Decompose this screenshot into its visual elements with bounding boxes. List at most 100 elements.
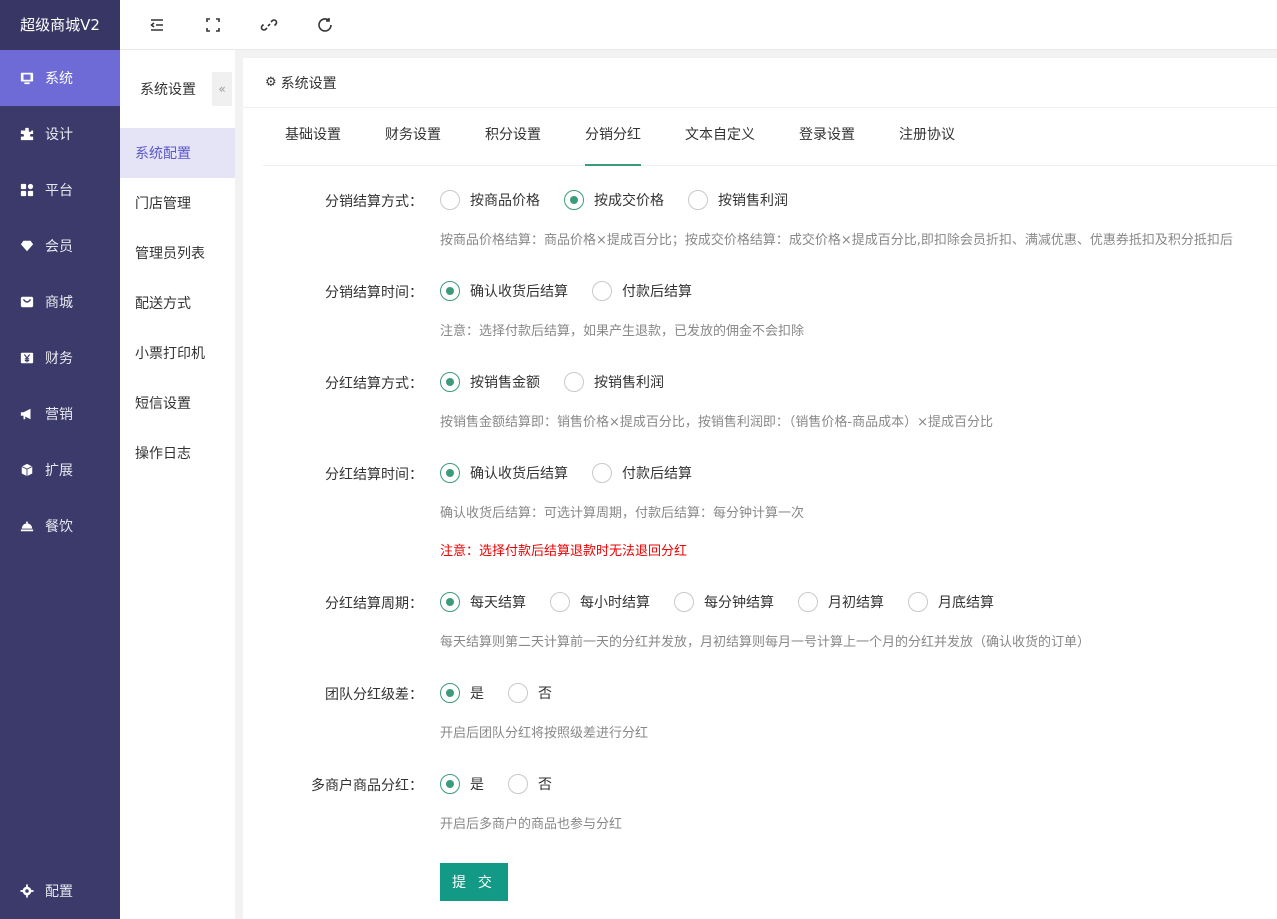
tab-agreement[interactable]: 注册协议 xyxy=(877,121,977,165)
radio-button[interactable] xyxy=(508,774,528,794)
sidebar-item-label: 营销 xyxy=(45,407,73,423)
field-label: 分销结算时间： xyxy=(325,285,423,301)
radio-label: 月初结算 xyxy=(828,595,884,611)
radio-button[interactable] xyxy=(440,683,460,703)
submenu-item-receipt-printer[interactable]: 小票打印机 xyxy=(120,328,235,378)
submenu-item-operation-log[interactable]: 操作日志 xyxy=(120,428,235,478)
radio-option[interactable]: 付款后结算 xyxy=(592,463,692,483)
sidebar-item-mall[interactable]: 商城 xyxy=(0,274,120,330)
diamond-icon xyxy=(19,238,35,254)
radio-label: 按成交价格 xyxy=(594,193,664,209)
submit-button[interactable]: 提 交 xyxy=(440,863,508,901)
sidebar-item-catering[interactable]: 餐饮 xyxy=(0,498,120,554)
submenu-item-delivery[interactable]: 配送方式 xyxy=(120,278,235,328)
radio-group: 确认收货后结算 付款后结算 xyxy=(440,455,716,491)
radio-option[interactable]: 按成交价格 xyxy=(564,190,664,210)
radio-button[interactable] xyxy=(908,592,928,612)
radio-option[interactable]: 确认收货后结算 xyxy=(440,281,568,301)
sidebar-item-marketing[interactable]: 营销 xyxy=(0,386,120,442)
field-label: 多商户商品分红： xyxy=(311,778,423,794)
radio-option[interactable]: 按销售利润 xyxy=(564,372,664,392)
radio-button[interactable] xyxy=(564,372,584,392)
radio-button[interactable] xyxy=(440,774,460,794)
field-hint: 按商品价格结算：商品价格×提成百分比；按成交价格结算：成交价格×提成百分比,即扣… xyxy=(440,233,1233,248)
radio-button[interactable] xyxy=(440,372,460,392)
radio-button[interactable] xyxy=(674,592,694,612)
radio-button[interactable] xyxy=(440,190,460,210)
radio-button[interactable] xyxy=(508,683,528,703)
submenu-item-system-config[interactable]: 系统配置 xyxy=(120,128,235,178)
radio-button[interactable] xyxy=(440,281,460,301)
sidebar-item-extension[interactable]: 扩展 xyxy=(0,442,120,498)
radio-button[interactable] xyxy=(550,592,570,612)
radio-label: 每小时结算 xyxy=(580,595,650,611)
submenu-title: 系统设置 xyxy=(140,82,196,98)
megaphone-icon xyxy=(19,406,35,422)
radio-option[interactable]: 月底结算 xyxy=(908,592,994,612)
gear-icon xyxy=(19,883,35,899)
tab-points[interactable]: 积分设置 xyxy=(463,121,563,165)
cube-icon xyxy=(19,462,35,478)
link-icon[interactable] xyxy=(260,16,278,34)
radio-option[interactable]: 确认收货后结算 xyxy=(440,463,568,483)
sidebar-item-label: 财务 xyxy=(45,351,73,367)
radio-option[interactable]: 按销售金额 xyxy=(440,372,540,392)
tab-login[interactable]: 登录设置 xyxy=(777,121,877,165)
radio-label: 确认收货后结算 xyxy=(470,284,568,300)
radio-option[interactable]: 否 xyxy=(508,683,552,703)
tab-basic[interactable]: 基础设置 xyxy=(263,121,363,165)
sidebar-item-label: 设计 xyxy=(45,127,73,143)
fullscreen-icon[interactable] xyxy=(204,16,222,34)
radio-option[interactable]: 是 xyxy=(440,774,484,794)
radio-option[interactable]: 每分钟结算 xyxy=(674,592,774,612)
panel-title: 系统设置 xyxy=(280,75,337,92)
tab-custom-text[interactable]: 文本自定义 xyxy=(663,121,777,165)
settings-panel: ⚙ 系统设置 基础设置 财务设置 积分设置 分销分红 文本自定义 登录设置 注册… xyxy=(243,58,1277,919)
submenu-item-sms-settings[interactable]: 短信设置 xyxy=(120,378,235,428)
radio-label: 按销售金额 xyxy=(470,375,540,391)
puzzle-icon xyxy=(19,126,35,142)
radio-button[interactable] xyxy=(564,190,584,210)
radio-button[interactable] xyxy=(688,190,708,210)
sidebar-item-config[interactable]: 配置 xyxy=(0,863,120,919)
radio-option[interactable]: 按销售利润 xyxy=(688,190,788,210)
tab-finance[interactable]: 财务设置 xyxy=(363,121,463,165)
submenu-item-admin-list[interactable]: 管理员列表 xyxy=(120,228,235,278)
sidebar-item-design[interactable]: 设计 xyxy=(0,106,120,162)
grid-icon xyxy=(19,182,35,198)
radio-group: 每天结算 每小时结算 每分钟结算 月初结算 月底结算 xyxy=(440,584,1018,620)
radio-button[interactable] xyxy=(592,463,612,483)
radio-option[interactable]: 否 xyxy=(508,774,552,794)
radio-option[interactable]: 月初结算 xyxy=(798,592,884,612)
secondary-menu: 系统设置 « 系统配置 门店管理 管理员列表 配送方式 小票打印机 短信设置 操… xyxy=(120,50,235,919)
collapse-button[interactable]: « xyxy=(212,72,232,106)
sidebar-item-label: 商城 xyxy=(45,295,73,311)
radio-option[interactable]: 是 xyxy=(440,683,484,703)
refresh-icon[interactable] xyxy=(316,16,334,34)
radio-button[interactable] xyxy=(798,592,818,612)
menu-fold-icon[interactable] xyxy=(148,16,166,34)
brand-title: 超级商城V2 xyxy=(0,0,120,50)
radio-group: 按销售金额 按销售利润 xyxy=(440,364,688,400)
sidebar-item-member[interactable]: 会员 xyxy=(0,218,120,274)
sidebar-item-platform[interactable]: 平台 xyxy=(0,162,120,218)
radio-option[interactable]: 按商品价格 xyxy=(440,190,540,210)
sidebar-item-label: 会员 xyxy=(45,239,73,255)
cart-icon xyxy=(19,294,35,310)
radio-group: 是 否 xyxy=(440,766,576,802)
field-hint: 按销售金额结算即：销售价格×提成百分比，按销售利润即：（销售价格-商品成本）×提… xyxy=(440,415,993,430)
tab-distribution[interactable]: 分销分红 xyxy=(563,121,663,166)
radio-label: 付款后结算 xyxy=(622,466,692,482)
radio-option[interactable]: 每天结算 xyxy=(440,592,526,612)
radio-button[interactable] xyxy=(592,281,612,301)
radio-label: 是 xyxy=(470,686,484,702)
sidebar-item-finance[interactable]: 财务 xyxy=(0,330,120,386)
radio-option[interactable]: 每小时结算 xyxy=(550,592,650,612)
radio-button[interactable] xyxy=(440,463,460,483)
submenu-item-store-management[interactable]: 门店管理 xyxy=(120,178,235,228)
radio-option[interactable]: 付款后结算 xyxy=(592,281,692,301)
field-hint: 开启后多商户的商品也参与分红 xyxy=(440,817,623,832)
sidebar-item-system[interactable]: 系统 xyxy=(0,50,120,106)
radio-button[interactable] xyxy=(440,592,460,612)
field-hint: 开启后团队分红将按照级差进行分红 xyxy=(440,726,649,741)
